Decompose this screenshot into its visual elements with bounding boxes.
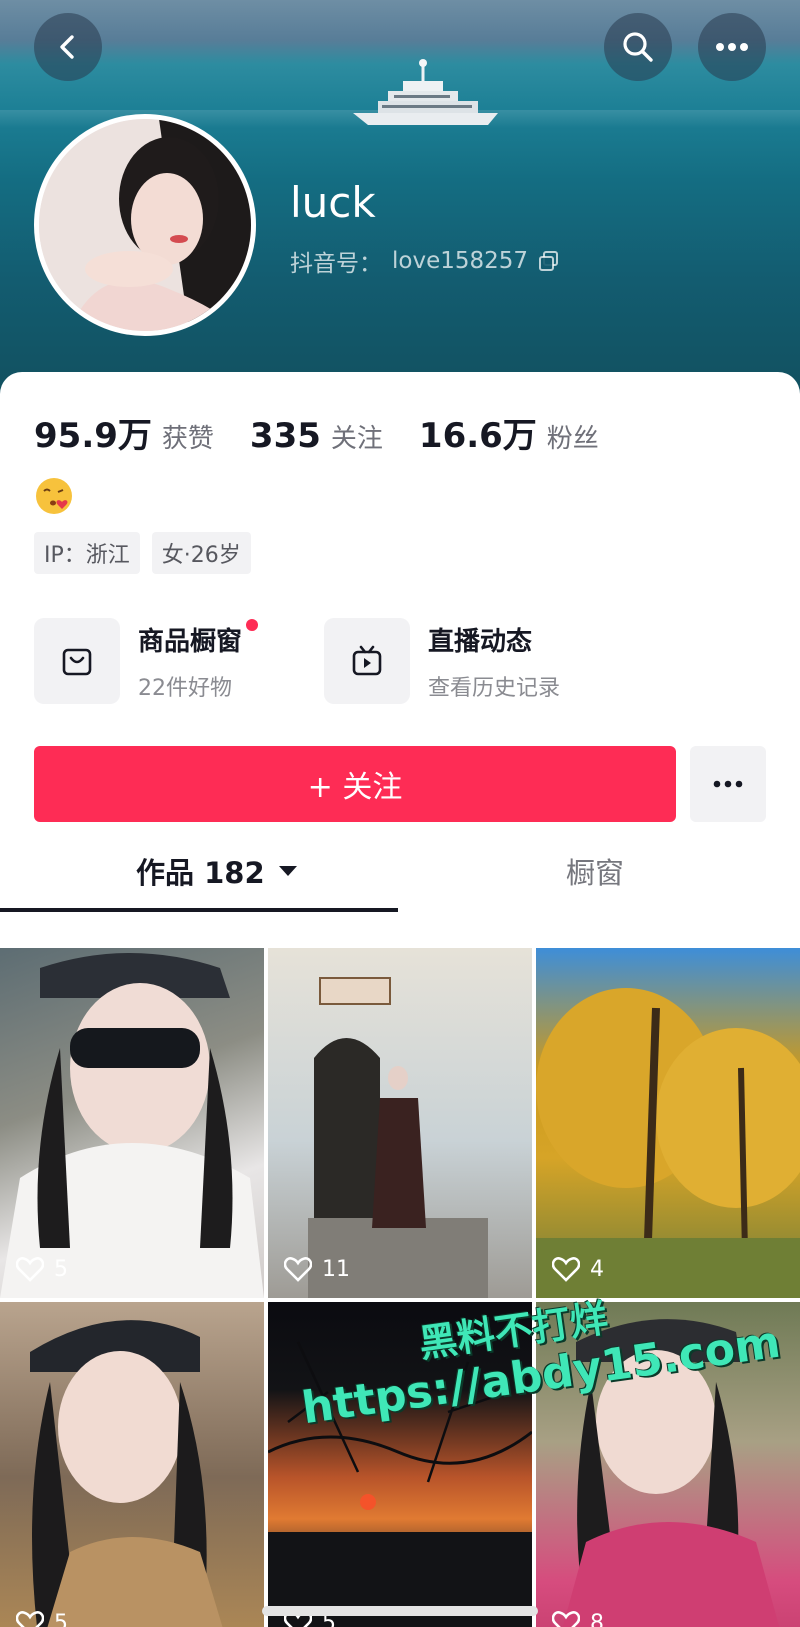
stat-value: 335 — [249, 416, 321, 456]
stat-label: 粉丝 — [546, 424, 599, 454]
tab-works-label: 作品 182 — [136, 856, 265, 890]
copy-icon[interactable] — [538, 250, 560, 272]
stat-following[interactable]: 335 关注 — [250, 416, 383, 456]
avatar[interactable] — [34, 114, 256, 336]
ellipsis-icon — [713, 780, 743, 788]
more-options-button[interactable] — [698, 13, 766, 81]
video-thumbnail[interactable]: 5 — [0, 1302, 264, 1627]
stat-value: 95.9万 — [34, 416, 152, 456]
profile-tags: IP：浙江 女·26岁 — [34, 532, 251, 574]
tab-works[interactable]: 作品 182 — [136, 850, 299, 892]
video-thumbnail[interactable]: 5 — [0, 948, 264, 1298]
tv-play-icon — [352, 645, 382, 676]
shop-subtitle: 22件好物 — [138, 675, 232, 701]
live-subtitle: 查看历史记录 — [428, 675, 561, 701]
content-tabs: 作品 182 橱窗 — [0, 842, 800, 914]
stat-label: 获赞 — [161, 424, 214, 454]
gender-age-tag: 女·26岁 — [151, 532, 251, 574]
like-count: 5 — [16, 1610, 68, 1627]
thumbnail-image — [308, 977, 488, 1298]
stat-label: 关注 — [330, 424, 383, 454]
stat-likes[interactable]: 95.9万 获赞 — [34, 408, 214, 457]
avatar-image — [39, 119, 251, 331]
profile-banner: luck 抖音号： love158257 — [0, 0, 800, 400]
douyin-id-label: 抖音号： — [290, 251, 382, 277]
live-history-shortcut[interactable]: 直播动态 查看历史记录 — [324, 618, 560, 704]
heart-outline-icon — [552, 1611, 580, 1627]
active-tab-indicator — [0, 908, 398, 912]
heart-outline-icon — [16, 1257, 44, 1282]
follow-more-button[interactable] — [690, 746, 766, 822]
stats-row: 95.9万 获赞 335 关注 16.6万 粉丝 — [34, 408, 635, 457]
video-thumbnail[interactable]: 4 — [536, 948, 800, 1298]
heart-outline-icon — [16, 1611, 44, 1627]
shop-window-shortcut[interactable]: 商品橱窗 22件好物 — [34, 618, 259, 704]
stat-followers[interactable]: 16.6万 粉丝 — [419, 408, 599, 457]
nickname: luck — [290, 178, 376, 227]
profile-page: luck 抖音号： love158257 95.9万 获赞 335 关注 16.… — [0, 0, 800, 1627]
home-indicator[interactable] — [262, 1606, 538, 1616]
like-count: 5 — [16, 1256, 68, 1282]
thumbnail-image — [30, 1320, 223, 1627]
like-count: 11 — [284, 1256, 350, 1282]
ellipsis-icon — [716, 43, 748, 51]
shop-title: 商品橱窗 — [138, 618, 259, 658]
heart-outline-icon — [552, 1257, 580, 1282]
like-count: 4 — [552, 1256, 604, 1282]
notification-dot — [246, 618, 259, 631]
live-title: 直播动态 — [428, 626, 533, 657]
shopping-bag-icon — [62, 648, 92, 676]
thumbnail-image — [0, 953, 264, 1298]
back-button[interactable] — [34, 13, 102, 81]
follow-button[interactable]: + 关注 — [34, 746, 676, 822]
ip-tag: IP：浙江 — [34, 532, 140, 574]
caret-down-icon — [278, 866, 297, 876]
kiss-emoji-icon — [36, 478, 72, 514]
stat-value: 16.6万 — [418, 416, 537, 456]
like-count: 8 — [552, 1610, 604, 1627]
tab-window[interactable]: 橱窗 — [566, 850, 624, 892]
video-grid: 5 11 4 5 5 8 — [0, 948, 800, 1627]
live-icon-box — [324, 618, 410, 704]
douyin-id-row[interactable]: 抖音号： love158257 — [290, 244, 560, 278]
chevron-left-icon — [60, 35, 74, 59]
heart-outline-icon — [284, 1257, 312, 1282]
video-thumbnail[interactable]: 11 — [268, 948, 532, 1298]
thumbnail-image — [536, 988, 800, 1298]
yacht-image — [353, 59, 498, 125]
search-button[interactable] — [604, 13, 672, 81]
search-icon — [623, 32, 653, 62]
douyin-id: love158257 — [392, 248, 529, 274]
shop-icon-box — [34, 618, 120, 704]
